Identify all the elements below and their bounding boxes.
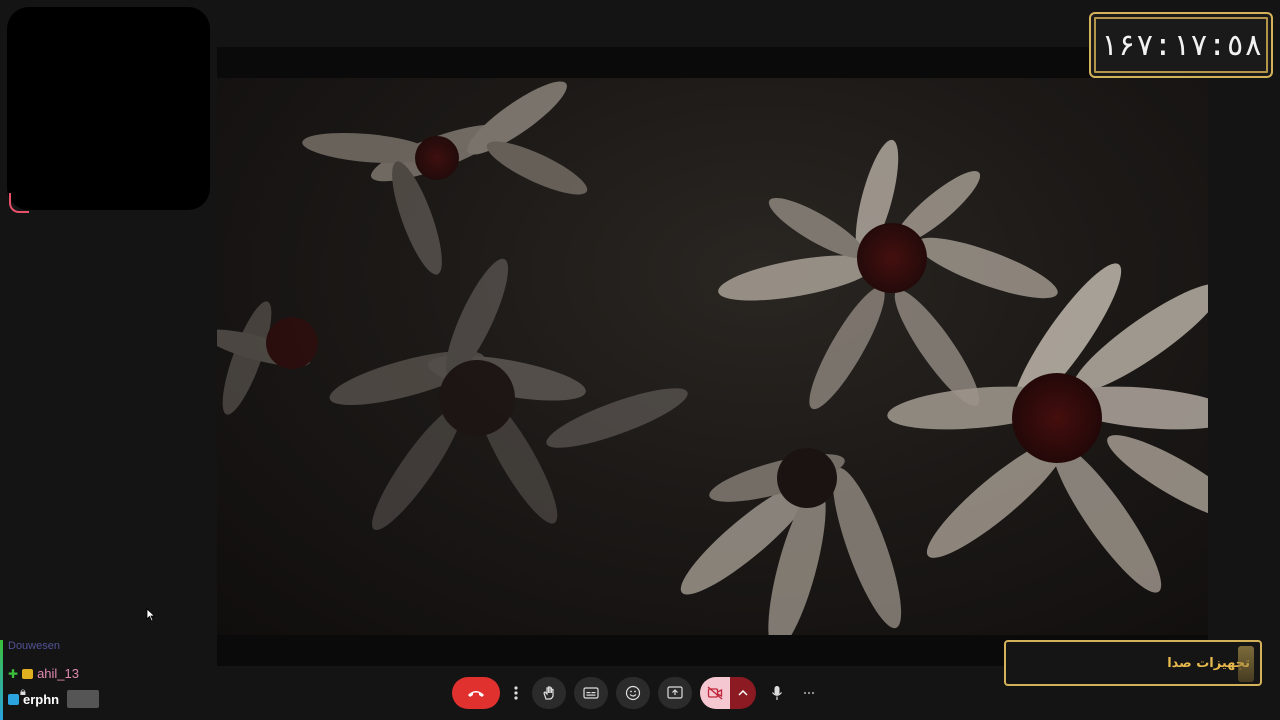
call-controls-bar (452, 676, 820, 710)
chat-username: erphn (23, 691, 60, 707)
end-call-button[interactable] (452, 677, 500, 709)
camera-off-icon (707, 686, 723, 700)
mouse-cursor-icon (146, 608, 156, 622)
badge-icon (22, 668, 34, 679)
reactions-button[interactable] (616, 677, 650, 709)
plus-icon: ✚ (8, 666, 19, 681)
captions-icon (583, 687, 599, 699)
flowers-image (217, 81, 1208, 635)
main-video-stage (217, 47, 1208, 666)
chat-username: ahil_13 (37, 666, 79, 681)
camera-toggle-button[interactable] (700, 677, 730, 709)
present-screen-button[interactable] (658, 677, 692, 709)
vertical-dots-icon (514, 686, 518, 700)
smiley-icon (625, 685, 641, 701)
hand-icon (543, 686, 554, 700)
audio-settings-panel[interactable]: تجهیزات صدا (1004, 640, 1262, 686)
self-view-tile[interactable] (7, 7, 210, 213)
lock-icon: 🔒︎ (20, 686, 26, 698)
badge-icon (8, 693, 19, 705)
audio-settings-decoration (1238, 646, 1254, 682)
present-screen-icon (667, 686, 683, 699)
shared-video (217, 78, 1208, 635)
camera-control-group (700, 677, 756, 709)
chat-message: ✚ ahil_13 (8, 666, 79, 681)
mic-button[interactable] (764, 677, 790, 709)
chat-username: Douwesen (8, 640, 60, 652)
session-timer: ١۶٧:١٧:٥٨ (1089, 12, 1273, 78)
overflow-button[interactable] (798, 677, 820, 709)
captions-button[interactable] (574, 677, 608, 709)
chat-accent-bar (0, 640, 3, 720)
raise-hand-button[interactable] (532, 677, 566, 709)
chat-overlay: Douwesen ✚ ahil_13 erphn 🔒︎ (0, 638, 150, 720)
emote-image (67, 690, 100, 708)
phone-hangup-icon (468, 691, 484, 697)
more-options-button[interactable] (508, 677, 524, 709)
chevron-up-icon (738, 690, 748, 696)
microphone-icon (772, 686, 782, 700)
chat-message-partial: Douwesen (8, 640, 60, 652)
horizontal-dots-icon (803, 691, 815, 695)
self-view-indicator (9, 193, 29, 213)
camera-options-button[interactable] (730, 677, 756, 709)
